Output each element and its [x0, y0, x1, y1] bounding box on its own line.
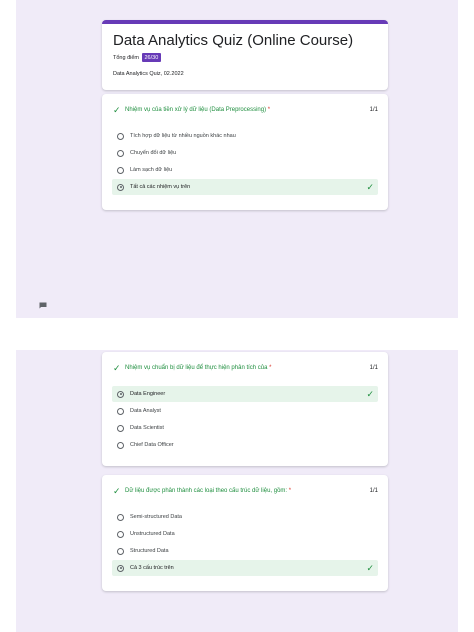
option-label: Semi-structured Data — [130, 514, 182, 520]
score-label: Tổng điểm — [113, 54, 139, 61]
radio-button[interactable] — [117, 547, 124, 555]
answer-option[interactable]: Chief Data Officer — [112, 437, 378, 453]
quiz-subtitle: Data Analytics Quiz, 02.2022 — [113, 71, 184, 77]
question-text: Nhiệm vụ chuẩn bị dữ liệu để thực hiện p… — [125, 365, 370, 371]
option-label: Chuyển đổi dữ liệu — [130, 150, 177, 156]
radio-button[interactable] — [117, 183, 124, 191]
option-label: Data Analyst — [130, 408, 161, 414]
option-label: Làm sạch dữ liệu — [130, 167, 173, 173]
radio-button[interactable] — [117, 166, 124, 174]
question-score: 1/1 — [369, 365, 378, 371]
answer-option[interactable]: Tích hợp dữ liệu từ nhiều nguồn khác nha… — [112, 128, 378, 144]
question-text: Nhiệm vụ của tiền xử lý dữ liệu (Data Pr… — [125, 107, 370, 113]
option-label: Data Scientist — [130, 425, 164, 431]
answer-option[interactable]: Semi-structured Data — [112, 509, 378, 525]
answer-option[interactable]: Làm sạch dữ liệu — [112, 162, 378, 178]
question-label: Dữ liệu được phân thành các loại theo cấ… — [125, 488, 288, 494]
option-label: Chief Data Officer — [130, 442, 174, 448]
feedback-icon[interactable] — [39, 302, 47, 309]
score-badge: 26/30 — [142, 53, 161, 62]
answer-option[interactable]: Data Engineer ✓ — [112, 386, 378, 402]
required-marker: * — [288, 488, 292, 494]
answer-option[interactable]: Data Analyst — [112, 403, 378, 419]
quiz-page-1: Data Analytics Quiz (Online Course) Tổng… — [16, 0, 458, 318]
option-label: Unstructured Data — [130, 531, 175, 537]
total-score: Tổng điểm 26/30 — [113, 53, 161, 62]
radio-button[interactable] — [117, 424, 124, 432]
required-marker: * — [269, 365, 272, 371]
radio-button[interactable] — [117, 149, 124, 157]
question-card: ✓ Dữ liệu được phân thành các loại theo c… — [102, 475, 388, 591]
radio-button[interactable] — [117, 441, 124, 449]
question-header: ✓ Nhiệm vụ của tiền xử lý dữ liệu (Data P… — [113, 105, 378, 115]
radio-button[interactable] — [117, 564, 124, 572]
quiz-page-2: ✓ Nhiệm vụ chuẩn bị dữ liệu để thực hiện … — [16, 350, 458, 632]
quiz-header-card: Data Analytics Quiz (Online Course) Tổng… — [102, 20, 388, 90]
question-label: Nhiệm vụ của tiền xử lý dữ liệu (Data Pr… — [125, 107, 267, 113]
check-icon: ✓ — [366, 562, 374, 573]
question-score: 1/1 — [369, 488, 378, 494]
answer-option[interactable]: Chuyển đổi dữ liệu — [112, 145, 378, 161]
question-label: Nhiệm vụ chuẩn bị dữ liệu để thực hiện p… — [125, 365, 268, 371]
question-header: ✓ Dữ liệu được phân thành các loại theo c… — [113, 486, 378, 496]
radio-button[interactable] — [117, 513, 124, 521]
check-icon: ✓ — [113, 105, 121, 115]
question-score: 1/1 — [369, 107, 378, 113]
quiz-title: Data Analytics Quiz (Online Course) — [113, 32, 354, 49]
check-icon: ✓ — [113, 486, 121, 496]
question-header: ✓ Nhiệm vụ chuẩn bị dữ liệu để thực hiện … — [113, 363, 378, 373]
radio-button[interactable] — [117, 530, 124, 538]
radio-button[interactable] — [117, 132, 124, 140]
option-label: Structured Data — [130, 548, 169, 554]
option-label: Data Engineer — [130, 391, 166, 397]
check-icon: ✓ — [113, 363, 121, 373]
check-icon: ✓ — [366, 388, 374, 399]
answer-option[interactable]: Tất cả các nhiệm vụ trên ✓ — [112, 179, 378, 195]
option-label: Cả 3 cấu trúc trên — [130, 565, 174, 571]
answer-option[interactable]: Unstructured Data — [112, 526, 378, 542]
required-marker: * — [267, 107, 271, 113]
option-label: Tích hợp dữ liệu từ nhiều nguồn khác nha… — [130, 133, 236, 139]
radio-button[interactable] — [117, 390, 124, 398]
answer-option[interactable]: Cả 3 cấu trúc trên ✓ — [112, 560, 378, 576]
answer-option[interactable]: Data Scientist — [112, 420, 378, 436]
question-text: Dữ liệu được phân thành các loại theo cấ… — [125, 488, 370, 494]
question-card: ✓ Nhiệm vụ chuẩn bị dữ liệu để thực hiện … — [102, 352, 388, 466]
check-icon: ✓ — [366, 181, 374, 192]
radio-button[interactable] — [117, 407, 124, 415]
answer-option[interactable]: Structured Data — [112, 543, 378, 559]
option-label: Tất cả các nhiệm vụ trên — [130, 184, 191, 190]
question-card: ✓ Nhiệm vụ của tiền xử lý dữ liệu (Data P… — [102, 94, 388, 210]
